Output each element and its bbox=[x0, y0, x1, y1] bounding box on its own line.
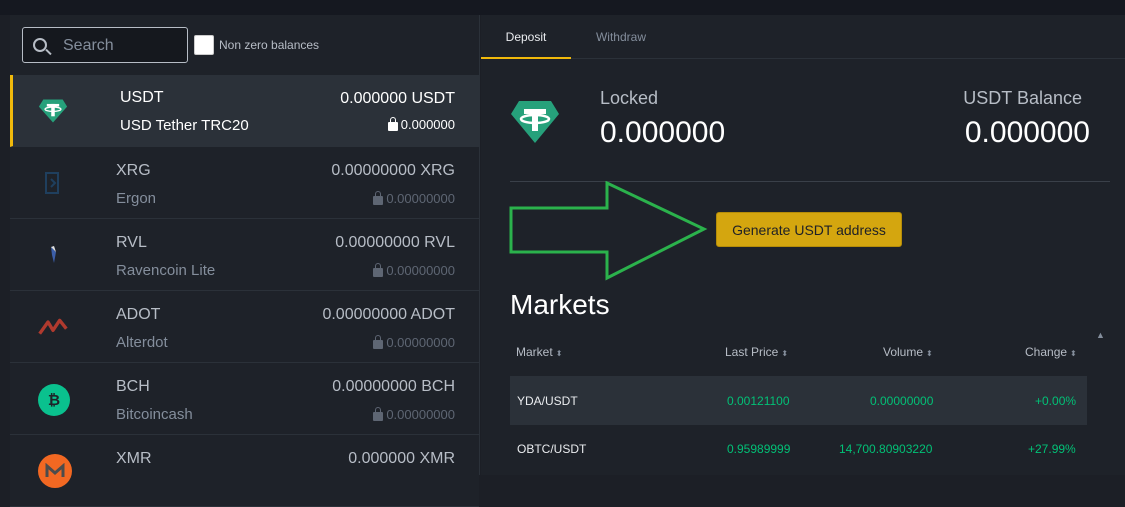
tab-deposit[interactable]: Deposit bbox=[481, 15, 571, 59]
coin-locked-value: 0.000000 bbox=[400, 117, 455, 132]
table-row[interactable]: YDA/USDT 0.00121100 0.00000000 +0.00% bbox=[510, 377, 1087, 425]
coin-symbol: RVL bbox=[116, 234, 147, 251]
coin-symbol: BCH bbox=[116, 378, 150, 395]
coin-balance: 0.000000 USDT bbox=[340, 90, 455, 107]
header-market[interactable]: Market ⬍ bbox=[516, 345, 562, 359]
coin-locked: 0.00000000 bbox=[373, 407, 455, 422]
header-last-price[interactable]: Last Price ⬍ bbox=[725, 345, 788, 359]
coin-name: Alterdot bbox=[116, 334, 168, 351]
tether-icon bbox=[509, 99, 559, 145]
coin-balance: 0.00000000 RVL bbox=[335, 234, 455, 251]
tab-bar: Deposit Withdraw bbox=[481, 15, 1125, 59]
coin-row-rvl[interactable]: RVL Ravencoin Lite 0.00000000 RVL 0.0000… bbox=[10, 219, 479, 291]
lock-icon bbox=[373, 191, 384, 205]
deposit-panel: Deposit Withdraw Locked 0.000000 USDT Ba… bbox=[481, 15, 1125, 475]
coin-locked-value: 0.00000000 bbox=[386, 407, 455, 422]
coin-balance: 0.00000000 BCH bbox=[332, 378, 455, 395]
last-price: 0.95989999 bbox=[727, 442, 791, 456]
tether-icon bbox=[38, 96, 68, 126]
header-change-label: Change bbox=[1025, 345, 1068, 359]
lock-icon bbox=[387, 117, 398, 131]
ergon-icon bbox=[38, 168, 68, 198]
coin-balance: 0.00000000 ADOT bbox=[322, 306, 455, 323]
balance-label: USDT Balance bbox=[963, 88, 1082, 108]
scroll-up-icon[interactable]: ▲ bbox=[1096, 330, 1105, 340]
sort-icon: ⬍ bbox=[555, 349, 563, 358]
market-pair: YDA/USDT bbox=[517, 394, 578, 408]
market-pair: OBTC/USDT bbox=[517, 442, 587, 456]
header-change[interactable]: Change ⬍ bbox=[1025, 345, 1077, 359]
non-zero-balances-checkbox[interactable] bbox=[194, 35, 214, 55]
coin-symbol: USDT bbox=[120, 89, 164, 106]
markets-title: Markets bbox=[510, 289, 610, 320]
volume: 14,700.80903220 bbox=[839, 442, 933, 456]
lock-icon bbox=[373, 263, 384, 277]
coin-symbol: XRG bbox=[116, 162, 151, 179]
coin-locked-value: 0.00000000 bbox=[386, 191, 455, 206]
search-input[interactable] bbox=[63, 34, 181, 58]
bitcoincash-icon: ₿ bbox=[38, 384, 70, 416]
tab-withdraw[interactable]: Withdraw bbox=[571, 15, 671, 59]
annotation-arrow-icon bbox=[509, 181, 708, 281]
header-volume[interactable]: Volume ⬍ bbox=[883, 345, 933, 359]
header-last-price-label: Last Price bbox=[725, 345, 779, 359]
coin-balance: 0.000000 XMR bbox=[348, 450, 455, 467]
lock-icon bbox=[373, 335, 384, 349]
coin-symbol: XMR bbox=[116, 450, 152, 467]
coin-balance: 0.00000000 XRG bbox=[331, 162, 455, 179]
change: +0.00% bbox=[1035, 394, 1077, 408]
raven-icon bbox=[38, 240, 68, 270]
coin-list: USDT USD Tether TRC20 0.000000 USDT 0.00… bbox=[10, 75, 479, 507]
last-price: 0.00121100 bbox=[727, 394, 790, 408]
monero-icon bbox=[38, 454, 72, 488]
volume: 0.00000000 bbox=[870, 394, 934, 408]
coin-row-xmr[interactable]: XMR 0.000000 XMR bbox=[10, 435, 479, 507]
table-header: Market ⬍ Last Price ⬍ Volume ⬍ Change ⬍ bbox=[510, 337, 1087, 377]
generate-address-button[interactable]: Generate USDT address bbox=[716, 212, 902, 247]
locked-label: Locked bbox=[600, 88, 659, 108]
coin-row-usdt[interactable]: USDT USD Tether TRC20 0.000000 USDT 0.00… bbox=[10, 75, 479, 147]
non-zero-balances-label: Non zero balances bbox=[219, 38, 320, 52]
coin-locked: 0.00000000 bbox=[373, 263, 455, 278]
header-volume-label: Volume bbox=[883, 345, 924, 359]
coin-name: Ravencoin Lite bbox=[116, 262, 216, 279]
coin-locked: 0.00000000 bbox=[373, 191, 455, 206]
sort-icon: ⬍ bbox=[781, 349, 789, 358]
balance-value: 0.000000 bbox=[964, 116, 1090, 149]
coin-row-adot[interactable]: ADOT Alterdot 0.00000000 ADOT 0.00000000 bbox=[10, 291, 479, 363]
coin-name: Ergon bbox=[116, 190, 157, 207]
scrollbar[interactable] bbox=[1093, 345, 1107, 475]
alterdot-icon bbox=[38, 312, 68, 342]
table-row[interactable]: OBTC/USDT 0.95989999 14,700.80903220 +27… bbox=[510, 425, 1087, 473]
lock-icon bbox=[373, 407, 384, 421]
coin-symbol: ADOT bbox=[116, 306, 161, 323]
coin-locked: 0.00000000 bbox=[373, 335, 455, 350]
top-bar bbox=[0, 0, 1125, 15]
sort-icon: ⬍ bbox=[1070, 349, 1077, 358]
header-market-label: Market bbox=[516, 345, 553, 359]
markets-table: Market ⬍ Last Price ⬍ Volume ⬍ Change ⬍ YDA/… bbox=[510, 337, 1087, 473]
coin-name: USD Tether TRC20 bbox=[120, 117, 249, 134]
change: +27.99% bbox=[1028, 442, 1076, 456]
coin-row-xrg[interactable]: XRG Ergon 0.00000000 XRG 0.00000000 bbox=[10, 147, 479, 219]
search-icon bbox=[33, 38, 47, 52]
coin-row-bch[interactable]: ₿ BCH Bitcoincash 0.00000000 BCH 0.00000… bbox=[10, 363, 479, 435]
coin-name: Bitcoincash bbox=[116, 406, 193, 423]
locked-value: 0.000000 bbox=[600, 116, 726, 149]
coin-locked-value: 0.00000000 bbox=[386, 263, 455, 278]
coin-locked: 0.000000 bbox=[387, 117, 455, 132]
coin-locked-value: 0.00000000 bbox=[386, 335, 455, 350]
search-box[interactable] bbox=[22, 27, 188, 63]
coin-sidebar: Non zero balances USDT USD Tether TRC20 … bbox=[10, 15, 480, 507]
sort-icon: ⬍ bbox=[926, 349, 933, 358]
